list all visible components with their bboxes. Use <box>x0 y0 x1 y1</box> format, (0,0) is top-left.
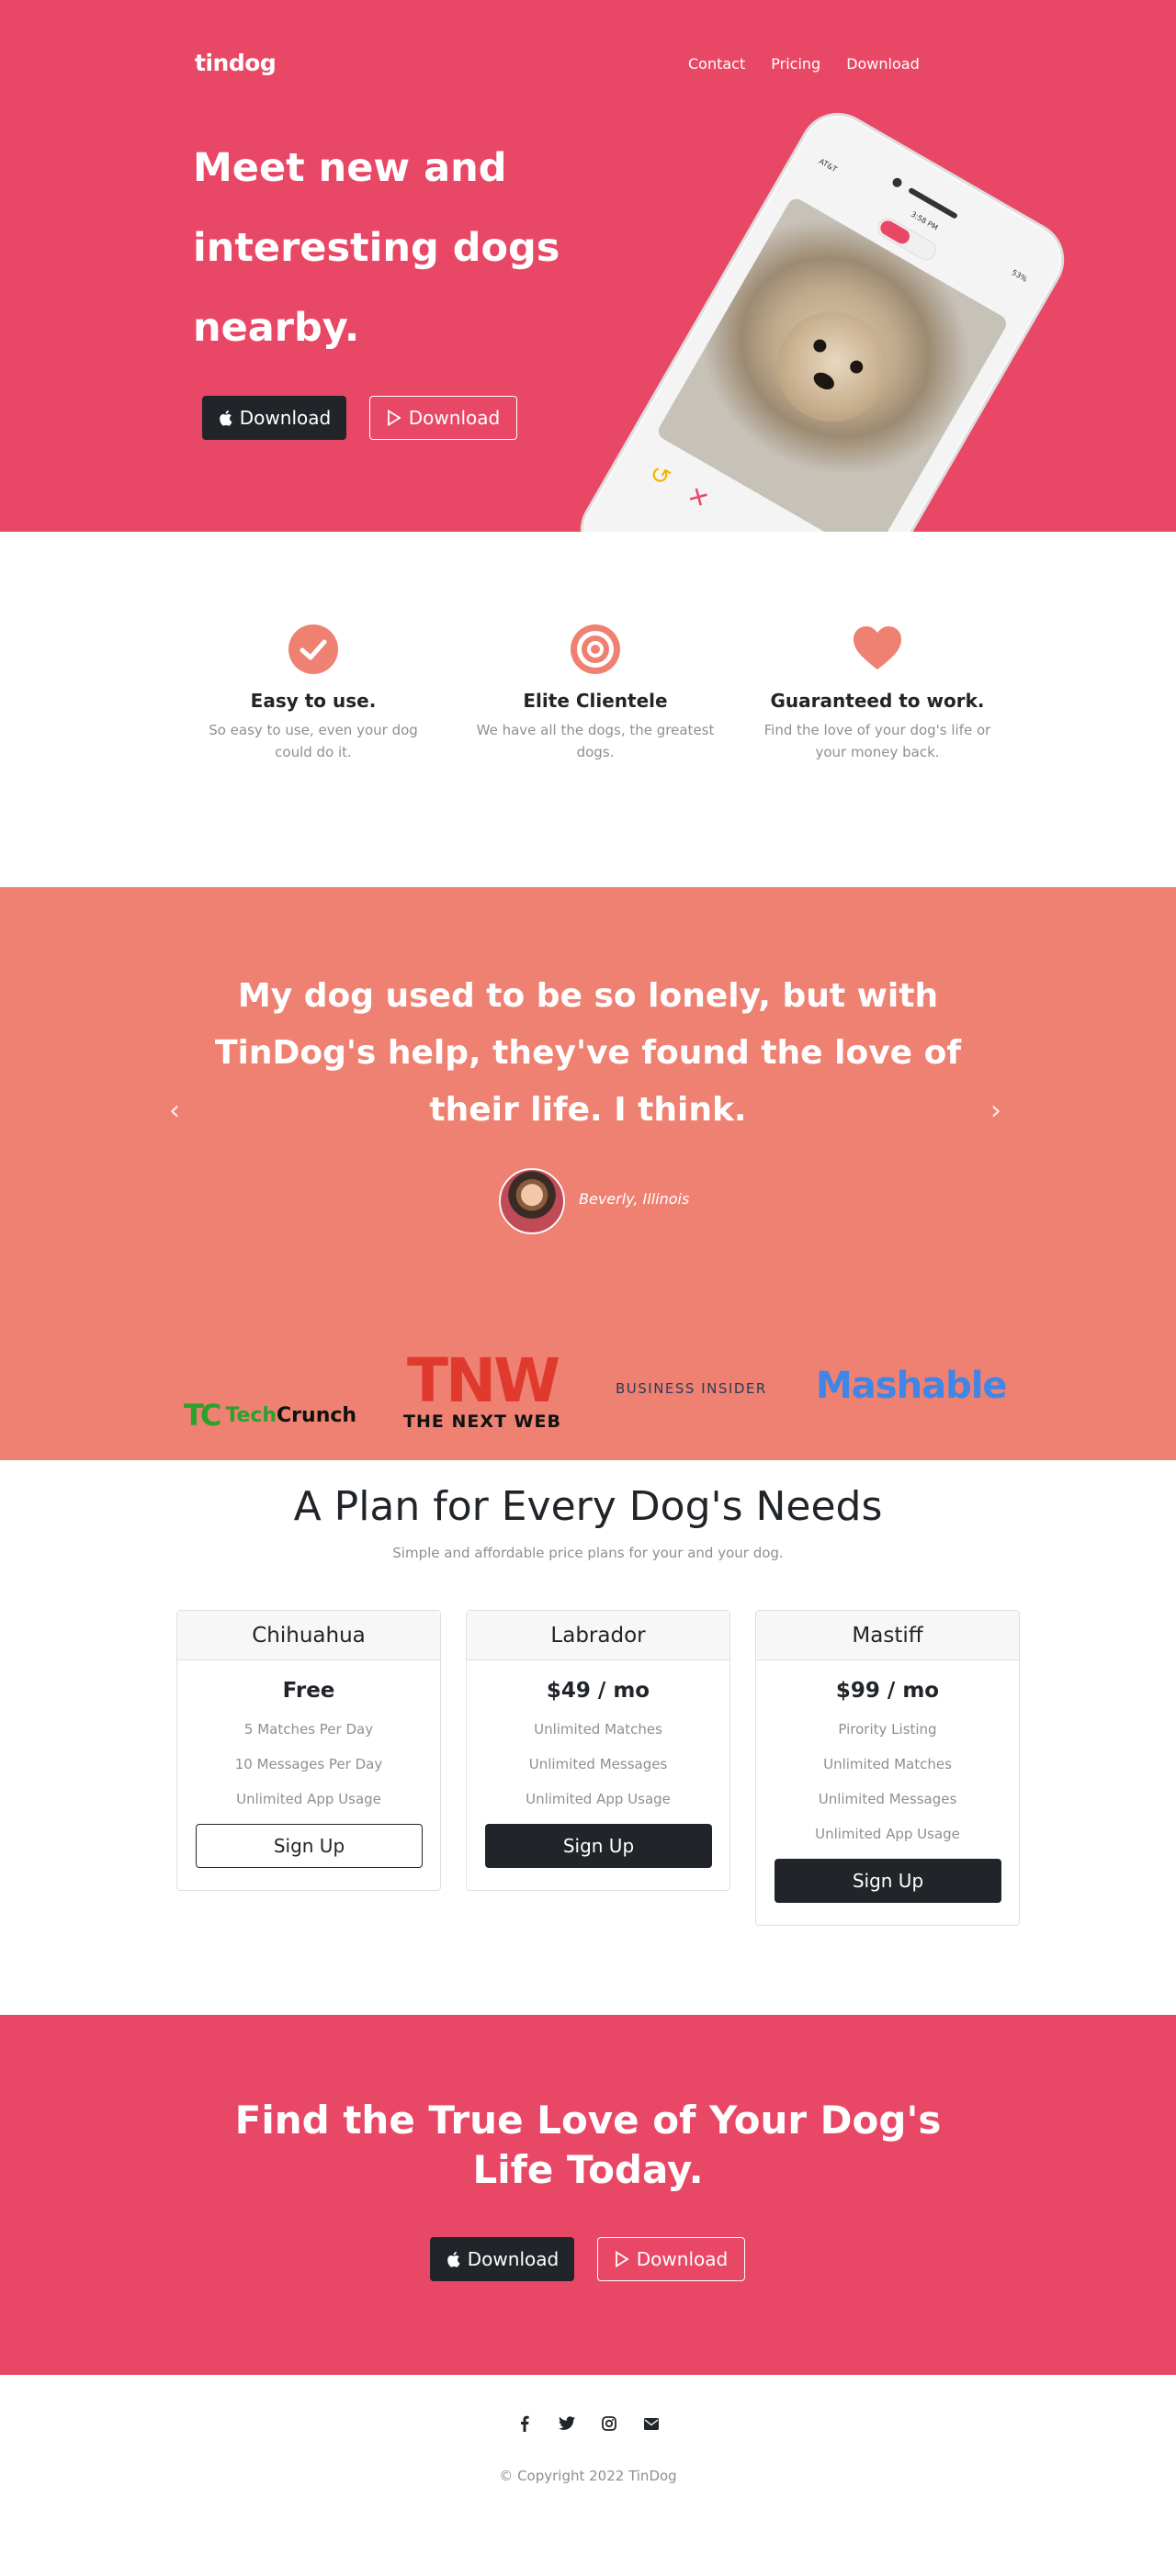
cta-app-store-button[interactable]: Download <box>430 2237 574 2281</box>
facebook-icon[interactable] <box>516 2415 533 2432</box>
feature-text: Find the love of your dog's life or your… <box>763 722 991 760</box>
hero-title: Meet new and interesting dogs nearby. <box>193 145 560 351</box>
hero-app-store-label: Download <box>239 407 332 429</box>
google-play-icon <box>615 2251 629 2267</box>
feature-text: We have all the dogs, the greatest dogs. <box>476 722 715 760</box>
hero-section: tindog Contact Pricing Download Meet new… <box>0 0 1176 532</box>
techcrunch-wordmark: TechCrunch <box>225 1403 357 1427</box>
cta-section: Find the True Love of Your Dog's Life To… <box>0 2015 1176 2375</box>
sign-up-button[interactable]: Sign Up <box>485 1824 712 1868</box>
plan-name: Mastiff <box>756 1611 1019 1660</box>
cta-title-line1: Find the True Love of Your Dog's <box>234 2098 942 2143</box>
avatar <box>499 1168 565 1234</box>
plan-price: $49 / mo <box>546 1679 650 1703</box>
copyright-text: © Copyright 2022 TinDog <box>499 2468 677 2484</box>
plan-price: Free <box>282 1679 335 1703</box>
cta-google-play-button[interactable]: Download <box>597 2237 745 2281</box>
pricing-subtitle: Simple and affordable price plans for yo… <box>392 1545 784 1561</box>
plan-feature: Unlimited Matches <box>534 1721 662 1738</box>
apple-icon <box>447 2251 460 2267</box>
pricing-section: A Plan for Every Dog's Needs Simple and … <box>0 1460 1176 2015</box>
plan-feature: Unlimited App Usage <box>815 1826 960 1842</box>
twitter-icon[interactable] <box>559 2415 575 2432</box>
plan-card-chihuahua: Chihuahua Free 5 Matches Per Day 10 Mess… <box>176 1610 441 1891</box>
plan-name: Labrador <box>467 1611 729 1660</box>
feature-guaranteed: Guaranteed to work. Find the love of you… <box>753 624 1001 763</box>
check-circle-icon <box>288 624 338 674</box>
mashable-logo: Mashable <box>816 1365 1008 1407</box>
hero-google-play-button[interactable]: Download <box>369 396 517 440</box>
feature-title: Guaranteed to work. <box>770 690 985 712</box>
plan-feature: Unlimited App Usage <box>236 1791 381 1807</box>
nav-download-link[interactable]: Download <box>846 55 920 73</box>
testimonial-quote: My dog used to be so lonely, but with Ti… <box>214 977 962 1129</box>
plan-feature: Pirority Listing <box>838 1721 937 1738</box>
nav-contact-link[interactable]: Contact <box>688 55 745 73</box>
tnw-logo: TNW THE NEXT WEB <box>397 1351 568 1434</box>
heart-icon <box>854 626 901 669</box>
testimonials-section: My dog used to be so lonely, but with Ti… <box>0 887 1176 1460</box>
hero-app-store-button[interactable]: Download <box>202 396 346 440</box>
techcrunch-mark: TC <box>184 1398 221 1433</box>
business-insider-logo: BUSINESS INSIDER <box>616 1380 767 1397</box>
cta-title: Find the True Love of Your Dog's Life To… <box>0 2096 1176 2195</box>
feature-easy: Easy to use. So easy to use, even your d… <box>189 624 437 763</box>
google-play-icon <box>387 410 401 426</box>
plan-card-mastiff: Mastiff $99 / mo Pirority Listing Unlimi… <box>755 1610 1020 1926</box>
sign-up-button[interactable]: Sign Up <box>196 1824 423 1868</box>
cta-title-line2: Life Today. <box>472 2147 704 2192</box>
envelope-icon[interactable] <box>643 2415 660 2432</box>
carousel-prev-icon[interactable]: ‹ <box>169 1095 180 1127</box>
cta-app-store-label: Download <box>467 2248 560 2270</box>
footer: © Copyright 2022 TinDog <box>0 2375 1176 2576</box>
plan-feature: Unlimited Messages <box>528 1756 668 1772</box>
bullseye-icon <box>571 624 620 674</box>
plan-name: Chihuahua <box>177 1611 440 1660</box>
top-nav: Contact Pricing Download <box>688 55 920 73</box>
carousel-next-icon[interactable]: › <box>990 1095 1001 1127</box>
plan-feature: Unlimited Matches <box>823 1756 952 1772</box>
pricing-title: A Plan for Every Dog's Needs <box>293 1483 883 1530</box>
brand-logo[interactable]: tindog <box>195 50 277 76</box>
social-links <box>0 2415 1176 2432</box>
plan-price: $99 / mo <box>835 1679 940 1703</box>
nav-pricing-link[interactable]: Pricing <box>771 55 820 73</box>
sign-up-button[interactable]: Sign Up <box>775 1859 1001 1903</box>
phone-mockup-image: AT&T 3:58 PM 53% ↺ ✕ <box>566 98 1079 532</box>
feature-title: Elite Clientele <box>523 690 668 712</box>
feature-elite: Elite Clientele We have all the dogs, th… <box>471 624 719 763</box>
feature-text: So easy to use, even your dog could do i… <box>209 722 418 760</box>
plan-feature: Unlimited Messages <box>818 1791 957 1807</box>
tnw-mark: TNW <box>406 1345 560 1416</box>
hero-google-play-label: Download <box>408 407 501 429</box>
plan-feature: 5 Matches Per Day <box>243 1721 374 1738</box>
instagram-icon[interactable] <box>601 2415 617 2432</box>
plan-feature: 10 Messages Per Day <box>234 1756 383 1772</box>
plan-feature: Unlimited App Usage <box>526 1791 671 1807</box>
dog-face <box>756 291 908 443</box>
tnw-wordmark: THE NEXT WEB <box>403 1412 561 1432</box>
cta-google-play-label: Download <box>636 2248 729 2270</box>
plan-card-labrador: Labrador $49 / mo Unlimited Matches Unli… <box>466 1610 730 1891</box>
testimonial-author: Beverly, Illinois <box>579 1190 690 1208</box>
apple-icon <box>219 410 232 426</box>
feature-title: Easy to use. <box>250 690 377 712</box>
features-section: Easy to use. So easy to use, even your d… <box>0 532 1176 887</box>
techcrunch-logo: TC TechCrunch <box>184 1374 356 1457</box>
